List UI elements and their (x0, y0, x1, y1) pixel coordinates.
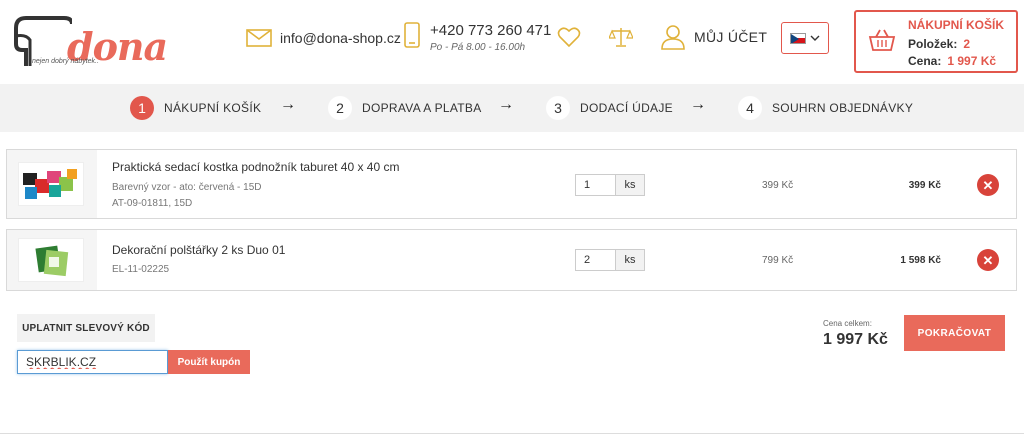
email-contact[interactable]: info@dona-shop.cz (246, 26, 401, 50)
coupon-input[interactable] (17, 350, 168, 374)
mini-cart-items: Položek: 2 (908, 37, 970, 51)
close-icon: ✕ (982, 177, 994, 193)
unit-price: 799 Kč (762, 255, 794, 266)
step-number: 2 (328, 96, 352, 120)
mini-cart-price-value: 1 997 Kč (947, 54, 997, 68)
step-number: 3 (546, 96, 570, 120)
mini-cart-price-label: Cena: (908, 54, 942, 68)
remove-item-button[interactable]: ✕ (977, 174, 999, 196)
envelope-icon (246, 29, 272, 47)
dona-logo[interactable]: dona nejen dobrý nábytek.. (12, 14, 168, 70)
account-link[interactable]: MŮJ ÚČET (660, 24, 767, 50)
ottoman-cubes-image (23, 169, 77, 199)
step-label: SOUHRN OBJEDNÁVKY (772, 101, 914, 115)
step-cart[interactable]: 1 NÁKUPNÍ KOŠÍK (130, 96, 261, 120)
coupon-toggle[interactable]: UPLATNIT SLEVOVÝ KÓD (17, 314, 155, 342)
brand-tagline: nejen dobrý nábytek.. (32, 58, 99, 65)
phone-contact[interactable]: +420 773 260 471 Po - Pá 8.00 - 16.00h (404, 22, 551, 53)
quantity-unit: ks (616, 174, 645, 196)
product-thumbnail[interactable] (18, 238, 84, 282)
quantity-unit: ks (616, 249, 645, 271)
account-label[interactable]: MŮJ ÚČET (694, 29, 767, 45)
arrow-right-icon: → (280, 96, 296, 113)
divider (0, 433, 1024, 434)
quantity-stepper: ks (575, 249, 645, 271)
quantity-input[interactable] (575, 249, 616, 271)
site-header: dona nejen dobrý nábytek.. info@dona-sho… (0, 0, 1024, 84)
compare-link[interactable] (608, 26, 634, 53)
step-number: 1 (130, 96, 154, 120)
czech-flag-icon (790, 32, 806, 44)
product-thumbnail[interactable] (18, 162, 84, 206)
continue-button[interactable]: POKRAČOVAT (904, 315, 1005, 351)
arrow-right-icon: → (498, 96, 514, 113)
close-icon: ✕ (982, 252, 994, 268)
mini-cart[interactable]: NÁKUPNÍ KOŠÍK Položek: 2 Cena: 1 997 Kč (854, 10, 1018, 73)
cart-row: Praktická sedací kostka podnožník tabure… (6, 149, 1017, 219)
order-total: 1 997 Kč (823, 331, 888, 348)
product-name[interactable]: Dekorační polštářky 2 ks Duo 01 (112, 243, 285, 257)
product-code: EL-11-02225 (112, 264, 170, 275)
unit-price: 399 Kč (762, 180, 794, 191)
step-delivery[interactable]: 3 DODACÍ ÚDAJE (546, 96, 673, 120)
email-link[interactable]: info@dona-shop.cz (280, 30, 401, 46)
office-hours: Po - Pá 8.00 - 16.00h (430, 42, 526, 53)
wishlist-link[interactable] (557, 26, 581, 53)
product-variant: Barevný vzor - ato: červená - 15D (112, 182, 262, 193)
chevron-down-icon (810, 35, 820, 41)
checkout-steps: 1 NÁKUPNÍ KOŠÍK → 2 DOPRAVA A PLATBA → 3… (0, 84, 1024, 132)
mini-cart-items-label: Položek: (908, 37, 958, 51)
quantity-input[interactable] (575, 174, 616, 196)
step-number: 4 (738, 96, 762, 120)
mini-cart-title: NÁKUPNÍ KOŠÍK (908, 18, 1005, 32)
cart-row: Dekorační polštářky 2 ks Duo 01 EL-11-02… (6, 229, 1017, 291)
row-total: 399 Kč (908, 180, 941, 191)
quantity-stepper: ks (575, 174, 645, 196)
scale-icon (608, 28, 634, 47)
total-label: Cena celkem: (823, 319, 872, 328)
mini-cart-price: Cena: 1 997 Kč (908, 54, 996, 68)
basket-icon (868, 29, 896, 51)
user-icon (661, 25, 685, 50)
phone-icon (404, 22, 420, 48)
apply-coupon-button[interactable]: Použít kupón (168, 350, 250, 374)
heart-icon (557, 27, 581, 48)
step-label: NÁKUPNÍ KOŠÍK (164, 101, 262, 115)
step-label: DOPRAVA A PLATBA (362, 101, 482, 115)
step-shipping[interactable]: 2 DOPRAVA A PLATBA (328, 96, 482, 120)
arrow-right-icon: → (690, 96, 706, 113)
phone-number[interactable]: +420 773 260 471 (430, 22, 551, 39)
product-name[interactable]: Praktická sedací kostka podnožník tabure… (112, 160, 399, 174)
mini-cart-items-value: 2 (963, 37, 971, 51)
step-label: DODACÍ ÚDAJE (580, 101, 673, 115)
language-select[interactable] (781, 22, 829, 54)
remove-item-button[interactable]: ✕ (977, 249, 999, 271)
cushions-image (35, 245, 69, 277)
product-code: AT-09-01811, 15D (112, 198, 193, 209)
row-total: 1 598 Kč (900, 255, 941, 266)
step-summary[interactable]: 4 SOUHRN OBJEDNÁVKY (738, 96, 913, 120)
